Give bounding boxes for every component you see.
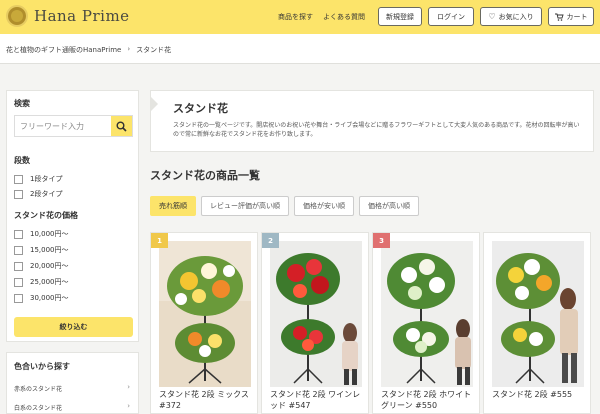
filter-submit-label: 絞り込む xyxy=(59,323,88,331)
tier-label: 2段タイプ xyxy=(30,190,63,198)
breadcrumb: 花と植物のギフト通販のHanaPrime › スタンド花 xyxy=(6,45,171,55)
signup-button[interactable]: 新規登録 xyxy=(378,7,422,26)
breadcrumb-bar: 花と植物のギフト通販のHanaPrime › スタンド花 xyxy=(0,34,600,64)
product-card[interactable]: 2 スタンド花 2段 ワインレッド #547 xyxy=(261,232,369,414)
price-label: 15,000円～ xyxy=(30,246,69,254)
checkbox[interactable] xyxy=(14,261,23,271)
color-link-white[interactable]: 白系のスタンド花 xyxy=(14,403,62,412)
chevron-right-icon: › xyxy=(127,402,130,410)
sort-tab-price-high[interactable]: 価格が高い順 xyxy=(359,196,419,216)
product-image[interactable] xyxy=(381,241,473,387)
category-intro: スタンド花 スタンド花の一覧ページです。開店祝いのお祝い花や舞台・ライブ会場など… xyxy=(150,90,594,152)
flower-stand-image xyxy=(159,241,251,387)
product-image[interactable] xyxy=(492,241,584,387)
checkbox[interactable] xyxy=(14,229,23,239)
tier-filter-2[interactable]: 2段タイプ xyxy=(14,189,62,199)
favorites-button[interactable]: ♡ お気に入り xyxy=(480,7,542,26)
price-heading: スタンド花の価格 xyxy=(14,211,78,220)
breadcrumb-home[interactable]: 花と植物のギフト通販のHanaPrime xyxy=(6,45,121,55)
price-label: 25,000円～ xyxy=(30,278,69,286)
price-filter-10000[interactable]: 10,000円～ xyxy=(14,229,69,239)
checkbox[interactable] xyxy=(14,293,23,303)
nav-faq[interactable]: よくある質問 xyxy=(323,12,365,22)
price-filter-20000[interactable]: 20,000円～ xyxy=(14,261,69,271)
rank-badge: 2 xyxy=(262,233,279,248)
search-box xyxy=(14,115,133,137)
filter-sidebar: 検索 段数 1段タイプ 2段タイプ スタンド花の価格 10,000円～ 15,0… xyxy=(6,90,139,342)
checkbox[interactable] xyxy=(14,245,23,255)
product-name[interactable]: スタンド花 2段 ミックス #372 xyxy=(159,389,255,411)
price-filter-15000[interactable]: 15,000円～ xyxy=(14,245,69,255)
heart-icon: ♡ xyxy=(488,12,496,21)
rank-badge: 1 xyxy=(151,233,168,248)
filter-submit-button[interactable]: 絞り込む xyxy=(14,317,133,337)
login-label: ログイン xyxy=(437,12,465,21)
cart-button[interactable]: カート xyxy=(548,7,594,26)
search-icon xyxy=(116,121,127,132)
page-title: スタンド花 xyxy=(173,102,228,115)
price-filter-30000[interactable]: 30,000円～ xyxy=(14,293,69,303)
header-nav: 商品を探す よくある質問 xyxy=(278,0,375,34)
category-description: スタンド花の一覧ページです。開店祝いのお祝い花や舞台・ライブ会場などに贈るフラワ… xyxy=(173,122,580,138)
product-card[interactable]: 3 スタンド花 2段 ホワイトグリーン #550 xyxy=(372,232,480,414)
product-image[interactable] xyxy=(270,241,362,387)
intro-notch xyxy=(151,97,158,111)
checkbox[interactable] xyxy=(14,189,23,199)
logo-icon xyxy=(6,5,28,27)
sort-tabs: 売れ筋順 レビュー評価が高い順 価格が安い順 価格が高い順 xyxy=(150,196,424,216)
product-name[interactable]: スタンド花 2段 ホワイトグリーン #550 xyxy=(381,389,477,411)
price-filter-25000[interactable]: 25,000円～ xyxy=(14,277,69,287)
favorites-label: お気に入り xyxy=(498,12,534,21)
sort-tab-best-selling[interactable]: 売れ筋順 xyxy=(150,196,196,216)
tier-label: 1段タイプ xyxy=(30,175,63,183)
search-heading: 検索 xyxy=(14,99,30,108)
product-card[interactable]: 1 スタンド花 2段 ミックス #372 xyxy=(150,232,258,414)
login-button[interactable]: ログイン xyxy=(428,7,474,26)
chevron-right-icon: › xyxy=(127,45,131,53)
search-button[interactable] xyxy=(111,116,132,136)
tier-filter-1[interactable]: 1段タイプ xyxy=(14,174,62,184)
product-image[interactable] xyxy=(159,241,251,387)
chevron-right-icon: › xyxy=(127,383,130,391)
flower-stand-image xyxy=(492,241,584,387)
cart-label: カート xyxy=(566,12,588,21)
rank-badge: 3 xyxy=(373,233,390,248)
checkbox[interactable] xyxy=(14,174,23,184)
nav-browse-products[interactable]: 商品を探す xyxy=(278,12,313,22)
product-name[interactable]: スタンド花 2段 #555 xyxy=(492,389,588,400)
color-link-red[interactable]: 赤系のスタンド花 xyxy=(14,384,62,393)
sort-tab-price-low[interactable]: 価格が安い順 xyxy=(294,196,354,216)
cart-icon xyxy=(554,13,564,21)
search-input[interactable] xyxy=(15,116,111,136)
product-list-title: スタンド花の商品一覧 xyxy=(150,169,260,182)
color-heading: 色合いから探す xyxy=(14,362,70,371)
price-label: 30,000円～ xyxy=(30,294,69,302)
checkbox[interactable] xyxy=(14,277,23,287)
product-card[interactable]: スタンド花 2段 #555 xyxy=(483,232,591,414)
logo[interactable]: Hana Prime xyxy=(6,5,130,27)
price-label: 20,000円～ xyxy=(30,262,69,270)
flower-stand-image xyxy=(270,241,362,387)
signup-label: 新規登録 xyxy=(386,12,414,21)
breadcrumb-current: スタンド花 xyxy=(136,46,172,54)
tiers-heading: 段数 xyxy=(14,156,30,165)
product-name[interactable]: スタンド花 2段 ワインレッド #547 xyxy=(270,389,366,411)
sort-tab-review[interactable]: レビュー評価が高い順 xyxy=(201,196,289,216)
flower-stand-image xyxy=(381,241,473,387)
site-header: Hana Prime 商品を探す よくある質問 新規登録 ログイン ♡ お気に入… xyxy=(0,0,600,34)
price-label: 10,000円～ xyxy=(30,230,69,238)
color-sidebar: 色合いから探す 赤系のスタンド花 › 白系のスタンド花 › xyxy=(6,352,139,414)
logo-text: Hana Prime xyxy=(34,7,130,25)
